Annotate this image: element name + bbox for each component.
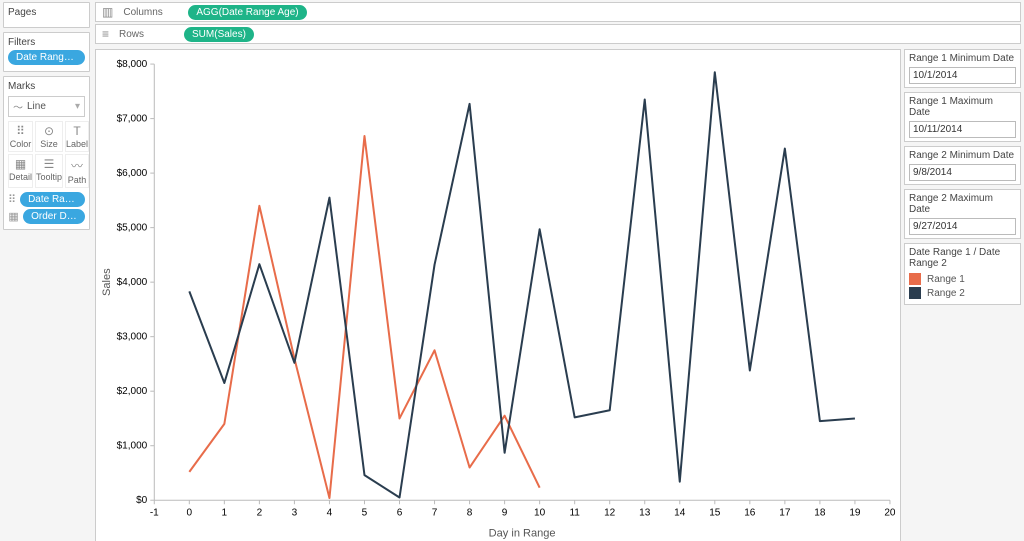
legend-label-range1: Range 1 <box>927 274 965 285</box>
svg-text:6: 6 <box>397 507 403 518</box>
svg-text:9: 9 <box>502 507 508 518</box>
svg-text:4: 4 <box>327 507 333 518</box>
mark-label-button[interactable]: TLabel <box>65 121 89 152</box>
svg-text:$4,000: $4,000 <box>117 277 148 288</box>
svg-text:7: 7 <box>432 507 438 518</box>
legend-item-range2[interactable]: Range 2 <box>909 287 1016 299</box>
tooltip-icon: ☰ <box>36 157 62 171</box>
svg-text:19: 19 <box>849 507 861 518</box>
mark-pill-date-range[interactable]: Date Range 1 / .. <box>20 192 85 207</box>
svg-text:$2,000: $2,000 <box>117 386 148 397</box>
svg-text:Day in Range: Day in Range <box>489 527 556 539</box>
param-range2-min-input[interactable] <box>909 164 1016 181</box>
mark-detail-button[interactable]: ▦Detail <box>8 154 33 188</box>
legend-title: Date Range 1 / Date Range 2 <box>909 247 1016 269</box>
param-range2-max-label: Range 2 Maximum Date <box>909 193 1016 215</box>
pages-title: Pages <box>8 6 85 20</box>
path-icon: 〰 <box>66 157 88 174</box>
color-legend: Date Range 1 / Date Range 2 Range 1 Rang… <box>904 243 1021 305</box>
svg-text:12: 12 <box>604 507 616 518</box>
marks-title: Marks <box>8 80 85 94</box>
filters-title: Filters <box>8 36 85 50</box>
mark-size-button[interactable]: ⊙Size <box>35 121 63 152</box>
color-glyph-icon: ⠿ <box>8 193 16 206</box>
filter-pill-date-range[interactable]: Date Range 1 / Date .. <box>8 50 85 65</box>
svg-text:2: 2 <box>257 507 263 518</box>
columns-icon: ▥ <box>102 5 113 19</box>
legend-swatch-range2 <box>909 287 921 299</box>
param-range1-max: Range 1 Maximum Date <box>904 92 1021 142</box>
columns-pill-agg-date-range-age[interactable]: AGG(Date Range Age) <box>188 5 306 20</box>
param-range1-min-input[interactable] <box>909 67 1016 84</box>
svg-text:$1,000: $1,000 <box>117 441 148 452</box>
svg-text:$7,000: $7,000 <box>117 114 148 125</box>
svg-text:8: 8 <box>467 507 473 518</box>
chart-viewport[interactable]: $0 $1,000 $2,000 $3,000 $4,000 $5,000 $6,000 $7… <box>95 49 901 541</box>
svg-text:10: 10 <box>534 507 546 518</box>
detail-icon: ▦ <box>9 157 32 171</box>
param-range1-min-label: Range 1 Minimum Date <box>909 53 1016 64</box>
svg-text:16: 16 <box>744 507 756 518</box>
svg-text:$8,000: $8,000 <box>117 59 148 70</box>
param-range1-max-input[interactable] <box>909 121 1016 138</box>
columns-shelf[interactable]: ▥ Columns AGG(Date Range Age) <box>95 2 1021 22</box>
mark-pill-order-date[interactable]: Order Date <box>23 209 85 224</box>
pages-shelf[interactable]: Pages <box>3 2 90 28</box>
svg-text:0: 0 <box>187 507 193 518</box>
legend-swatch-range1 <box>909 273 921 285</box>
chevron-down-icon: ▾ <box>75 101 80 112</box>
marks-card: Marks ～ Line ▾ ⠿Color ⊙Size TLabel ▦Deta… <box>3 76 90 230</box>
mark-path-button[interactable]: 〰Path <box>65 154 89 188</box>
mark-color-button[interactable]: ⠿Color <box>8 121 33 152</box>
legend-item-range1[interactable]: Range 1 <box>909 273 1016 285</box>
rows-label: Rows <box>119 29 174 40</box>
label-icon: T <box>66 124 88 138</box>
rows-icon: ≡ <box>102 27 109 41</box>
svg-text:20: 20 <box>884 507 896 518</box>
mark-type-dropdown[interactable]: ～ Line ▾ <box>8 96 85 117</box>
svg-text:3: 3 <box>292 507 298 518</box>
svg-text:Sales: Sales <box>101 268 113 296</box>
mark-type-label: Line <box>23 101 75 112</box>
svg-text:17: 17 <box>779 507 791 518</box>
legend-label-range2: Range 2 <box>927 288 965 299</box>
svg-text:1: 1 <box>222 507 228 518</box>
filters-shelf[interactable]: Filters Date Range 1 / Date .. <box>3 32 90 72</box>
svg-text:$0: $0 <box>136 495 148 506</box>
color-icon: ⠿ <box>9 124 32 138</box>
mark-tooltip-button[interactable]: ☰Tooltip <box>35 154 63 188</box>
param-range2-min-label: Range 2 Minimum Date <box>909 150 1016 161</box>
svg-text:13: 13 <box>639 507 651 518</box>
param-range1-max-label: Range 1 Maximum Date <box>909 96 1016 118</box>
param-range2-max-input[interactable] <box>909 218 1016 235</box>
columns-label: Columns <box>123 7 178 18</box>
svg-text:-1: -1 <box>150 507 159 518</box>
svg-text:14: 14 <box>674 507 686 518</box>
svg-text:$5,000: $5,000 <box>117 223 148 234</box>
param-range2-max: Range 2 Maximum Date <box>904 189 1021 239</box>
svg-text:18: 18 <box>814 507 826 518</box>
param-range2-min: Range 2 Minimum Date <box>904 146 1021 185</box>
svg-text:15: 15 <box>709 507 721 518</box>
size-icon: ⊙ <box>36 124 62 138</box>
svg-text:5: 5 <box>362 507 368 518</box>
svg-text:11: 11 <box>569 507 580 518</box>
rows-pill-sum-sales[interactable]: SUM(Sales) <box>184 27 254 42</box>
detail-glyph-icon: ▦ <box>8 210 19 223</box>
svg-text:$3,000: $3,000 <box>117 332 148 343</box>
svg-text:$6,000: $6,000 <box>117 168 148 179</box>
rows-shelf[interactable]: ≡ Rows SUM(Sales) <box>95 24 1021 44</box>
param-range1-min: Range 1 Minimum Date <box>904 49 1021 88</box>
